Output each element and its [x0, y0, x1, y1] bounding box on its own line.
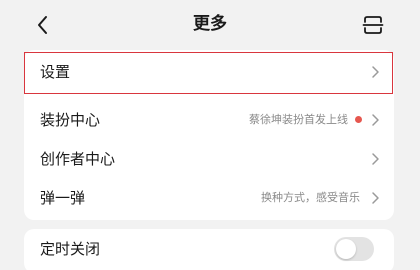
- chevron-right-icon: [372, 153, 379, 165]
- dress-up-center-row[interactable]: 装扮中心 蔡徐坤装扮首发上线: [24, 100, 394, 140]
- danmaku-subtitle: 换种方式，感受音乐: [261, 191, 360, 204]
- toggle-knob: [336, 239, 356, 259]
- scan-icon: [362, 16, 384, 34]
- timer-off-label: 定时关闭: [40, 240, 101, 258]
- timer-off-row: 定时关闭: [24, 229, 394, 269]
- chevron-right-icon: [372, 114, 379, 126]
- creator-center-label: 创作者中心: [40, 150, 116, 168]
- danmaku-row[interactable]: 弹一弹 换种方式，感受音乐: [24, 178, 394, 218]
- creator-center-row[interactable]: 创作者中心: [24, 139, 394, 179]
- scan-button[interactable]: [360, 12, 386, 38]
- more-screen: 更多 设置 装扮中心 蔡徐坤装扮首发上线 创作者中心 弹一弹 换种方式，感受音乐…: [0, 0, 420, 270]
- timer-card: 定时关闭: [24, 229, 394, 270]
- settings-highlight-box: [24, 52, 393, 94]
- chevron-right-icon: [372, 192, 379, 204]
- header: 更多: [0, 0, 420, 48]
- page-title: 更多: [193, 14, 227, 34]
- new-badge-dot: [355, 116, 362, 123]
- danmaku-label: 弹一弹: [40, 189, 86, 207]
- dress-up-promo-text: 蔡徐坤装扮首发上线: [249, 113, 348, 126]
- timer-off-toggle[interactable]: [334, 237, 374, 261]
- dress-up-center-label: 装扮中心: [40, 111, 101, 129]
